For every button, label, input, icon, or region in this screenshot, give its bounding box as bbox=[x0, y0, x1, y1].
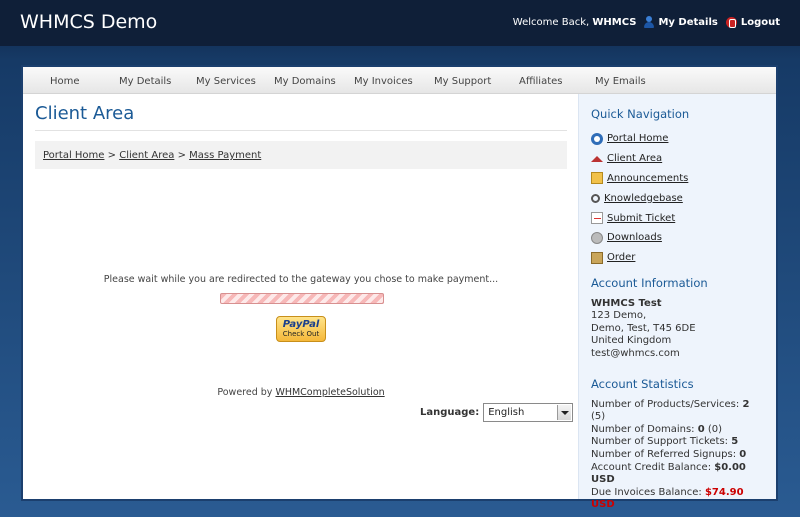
paypal-logo-text: PayPal bbox=[282, 319, 320, 330]
quick-nav-portal-home[interactable]: Portal Home bbox=[591, 129, 764, 149]
stat-domains: Number of Domains: 0 (0) bbox=[591, 423, 723, 435]
quick-navigation-title: Quick Navigation bbox=[591, 107, 690, 121]
top-header: WHMCS Demo Welcome Back, WHMCS My Detail… bbox=[0, 0, 800, 46]
header-user-area: Welcome Back, WHMCS My Details Logout bbox=[513, 16, 780, 28]
stat-credit: Account Credit Balance: $0.00 USD bbox=[591, 461, 746, 486]
quick-nav-downloads[interactable]: Downloads bbox=[591, 228, 764, 248]
language-label: Language: bbox=[420, 407, 480, 418]
announcements-icon bbox=[591, 172, 603, 185]
paypal-checkout-text: Check Out bbox=[282, 330, 320, 338]
account-name: WHMCS Test bbox=[591, 297, 662, 309]
sidebar: Quick Navigation Portal Home Client Area… bbox=[578, 94, 776, 510]
breadcrumb-client-area[interactable]: Client Area bbox=[119, 150, 174, 161]
nav-my-invoices[interactable]: My Invoices bbox=[354, 76, 413, 87]
breadcrumb-portal-home[interactable]: Portal Home bbox=[43, 150, 104, 161]
account-country: United Kingdom bbox=[591, 335, 672, 347]
quick-nav-order[interactable]: Order bbox=[591, 248, 764, 268]
redirect-progress-bar bbox=[220, 293, 384, 304]
breadcrumb: Portal Home > Client Area > Mass Payment bbox=[35, 141, 567, 169]
powered-prefix: Powered by bbox=[217, 387, 273, 398]
logout-label: Logout bbox=[740, 16, 780, 28]
quick-nav-label[interactable]: Announcements bbox=[607, 173, 688, 184]
account-address1: 123 Demo, bbox=[591, 310, 647, 322]
welcome-text: Welcome Back, WHMCS bbox=[513, 17, 637, 28]
main-content: Client Area Portal Home > Client Area > … bbox=[35, 103, 574, 422]
stat-tickets: Number of Support Tickets: 5 bbox=[591, 436, 739, 448]
breadcrumb-mass-payment[interactable]: Mass Payment bbox=[189, 150, 261, 161]
quick-nav-client-area[interactable]: Client Area bbox=[591, 149, 764, 169]
box-icon bbox=[591, 251, 603, 264]
stat-due: Due Invoices Balance: $74.90 USD bbox=[591, 486, 744, 511]
account-info: WHMCS Test 123 Demo, Demo, Test, T45 6DE… bbox=[591, 298, 764, 361]
nav-home[interactable]: Home bbox=[50, 76, 80, 87]
magnifier-icon bbox=[591, 193, 600, 203]
nav-my-support[interactable]: My Support bbox=[434, 76, 491, 87]
powered-by: Powered by WHMCompleteSolution bbox=[35, 387, 567, 398]
language-selector: Language: English bbox=[420, 403, 574, 422]
powered-by-link[interactable]: WHMCompleteSolution bbox=[275, 387, 384, 398]
user-icon bbox=[644, 16, 655, 28]
my-details-label: My Details bbox=[658, 16, 718, 28]
nav-my-details[interactable]: My Details bbox=[119, 76, 171, 87]
breadcrumb-separator: > bbox=[107, 150, 117, 161]
quick-nav-label[interactable]: Order bbox=[607, 252, 635, 263]
chevron-down-icon bbox=[557, 405, 572, 420]
account-stats: Number of Products/Services: 2 (5) Numbe… bbox=[591, 399, 764, 512]
breadcrumb-separator: > bbox=[177, 150, 186, 161]
disc-icon bbox=[591, 231, 603, 244]
account-email: test@whmcs.com bbox=[591, 347, 680, 359]
ticket-icon bbox=[591, 212, 603, 225]
brand-title: WHMCS Demo bbox=[20, 11, 158, 33]
quick-nav-list: Portal Home Client Area Announcements Kn… bbox=[591, 129, 764, 268]
house-icon bbox=[591, 155, 603, 162]
logout-link[interactable]: Logout bbox=[725, 16, 780, 28]
my-details-link[interactable]: My Details bbox=[644, 16, 718, 28]
account-address2: Demo, Test, T45 6DE bbox=[591, 322, 696, 334]
stat-products: Number of Products/Services: 2 (5) bbox=[591, 398, 750, 423]
stat-referrals: Number of Referred Signups: 0 bbox=[591, 448, 747, 460]
nav-my-domains[interactable]: My Domains bbox=[274, 76, 336, 87]
welcome-prefix: Welcome Back, bbox=[512, 16, 590, 28]
quick-nav-submit-ticket[interactable]: Submit Ticket bbox=[591, 208, 764, 228]
quick-nav-label[interactable]: Client Area bbox=[607, 153, 662, 164]
language-select[interactable]: English bbox=[483, 403, 574, 422]
nav-my-emails[interactable]: My Emails bbox=[595, 76, 646, 87]
quick-nav-label[interactable]: Submit Ticket bbox=[607, 213, 675, 224]
page-title: Client Area bbox=[35, 103, 567, 131]
welcome-username: WHMCS bbox=[592, 16, 637, 28]
logout-icon bbox=[725, 16, 737, 28]
quick-nav-label[interactable]: Portal Home bbox=[607, 133, 668, 144]
main-nav: Home My Details My Services My Domains M… bbox=[23, 67, 776, 94]
nav-my-services[interactable]: My Services bbox=[196, 76, 256, 87]
nav-affiliates[interactable]: Affiliates bbox=[519, 76, 562, 87]
portal-home-icon bbox=[591, 132, 603, 145]
quick-nav-announcements[interactable]: Announcements bbox=[591, 169, 764, 189]
language-value: English bbox=[488, 407, 525, 418]
content-frame: Home My Details My Services My Domains M… bbox=[21, 65, 778, 510]
quick-nav-label[interactable]: Downloads bbox=[607, 232, 662, 243]
redirect-message: Please wait while you are redirected to … bbox=[103, 274, 499, 285]
account-stats-title: Account Statistics bbox=[591, 376, 694, 391]
quick-nav-label[interactable]: Knowledgebase bbox=[604, 193, 683, 204]
quick-nav-knowledgebase[interactable]: Knowledgebase bbox=[591, 188, 764, 208]
account-info-title: Account Information bbox=[591, 275, 708, 290]
paypal-checkout-button[interactable]: PayPal Check Out bbox=[276, 316, 326, 342]
